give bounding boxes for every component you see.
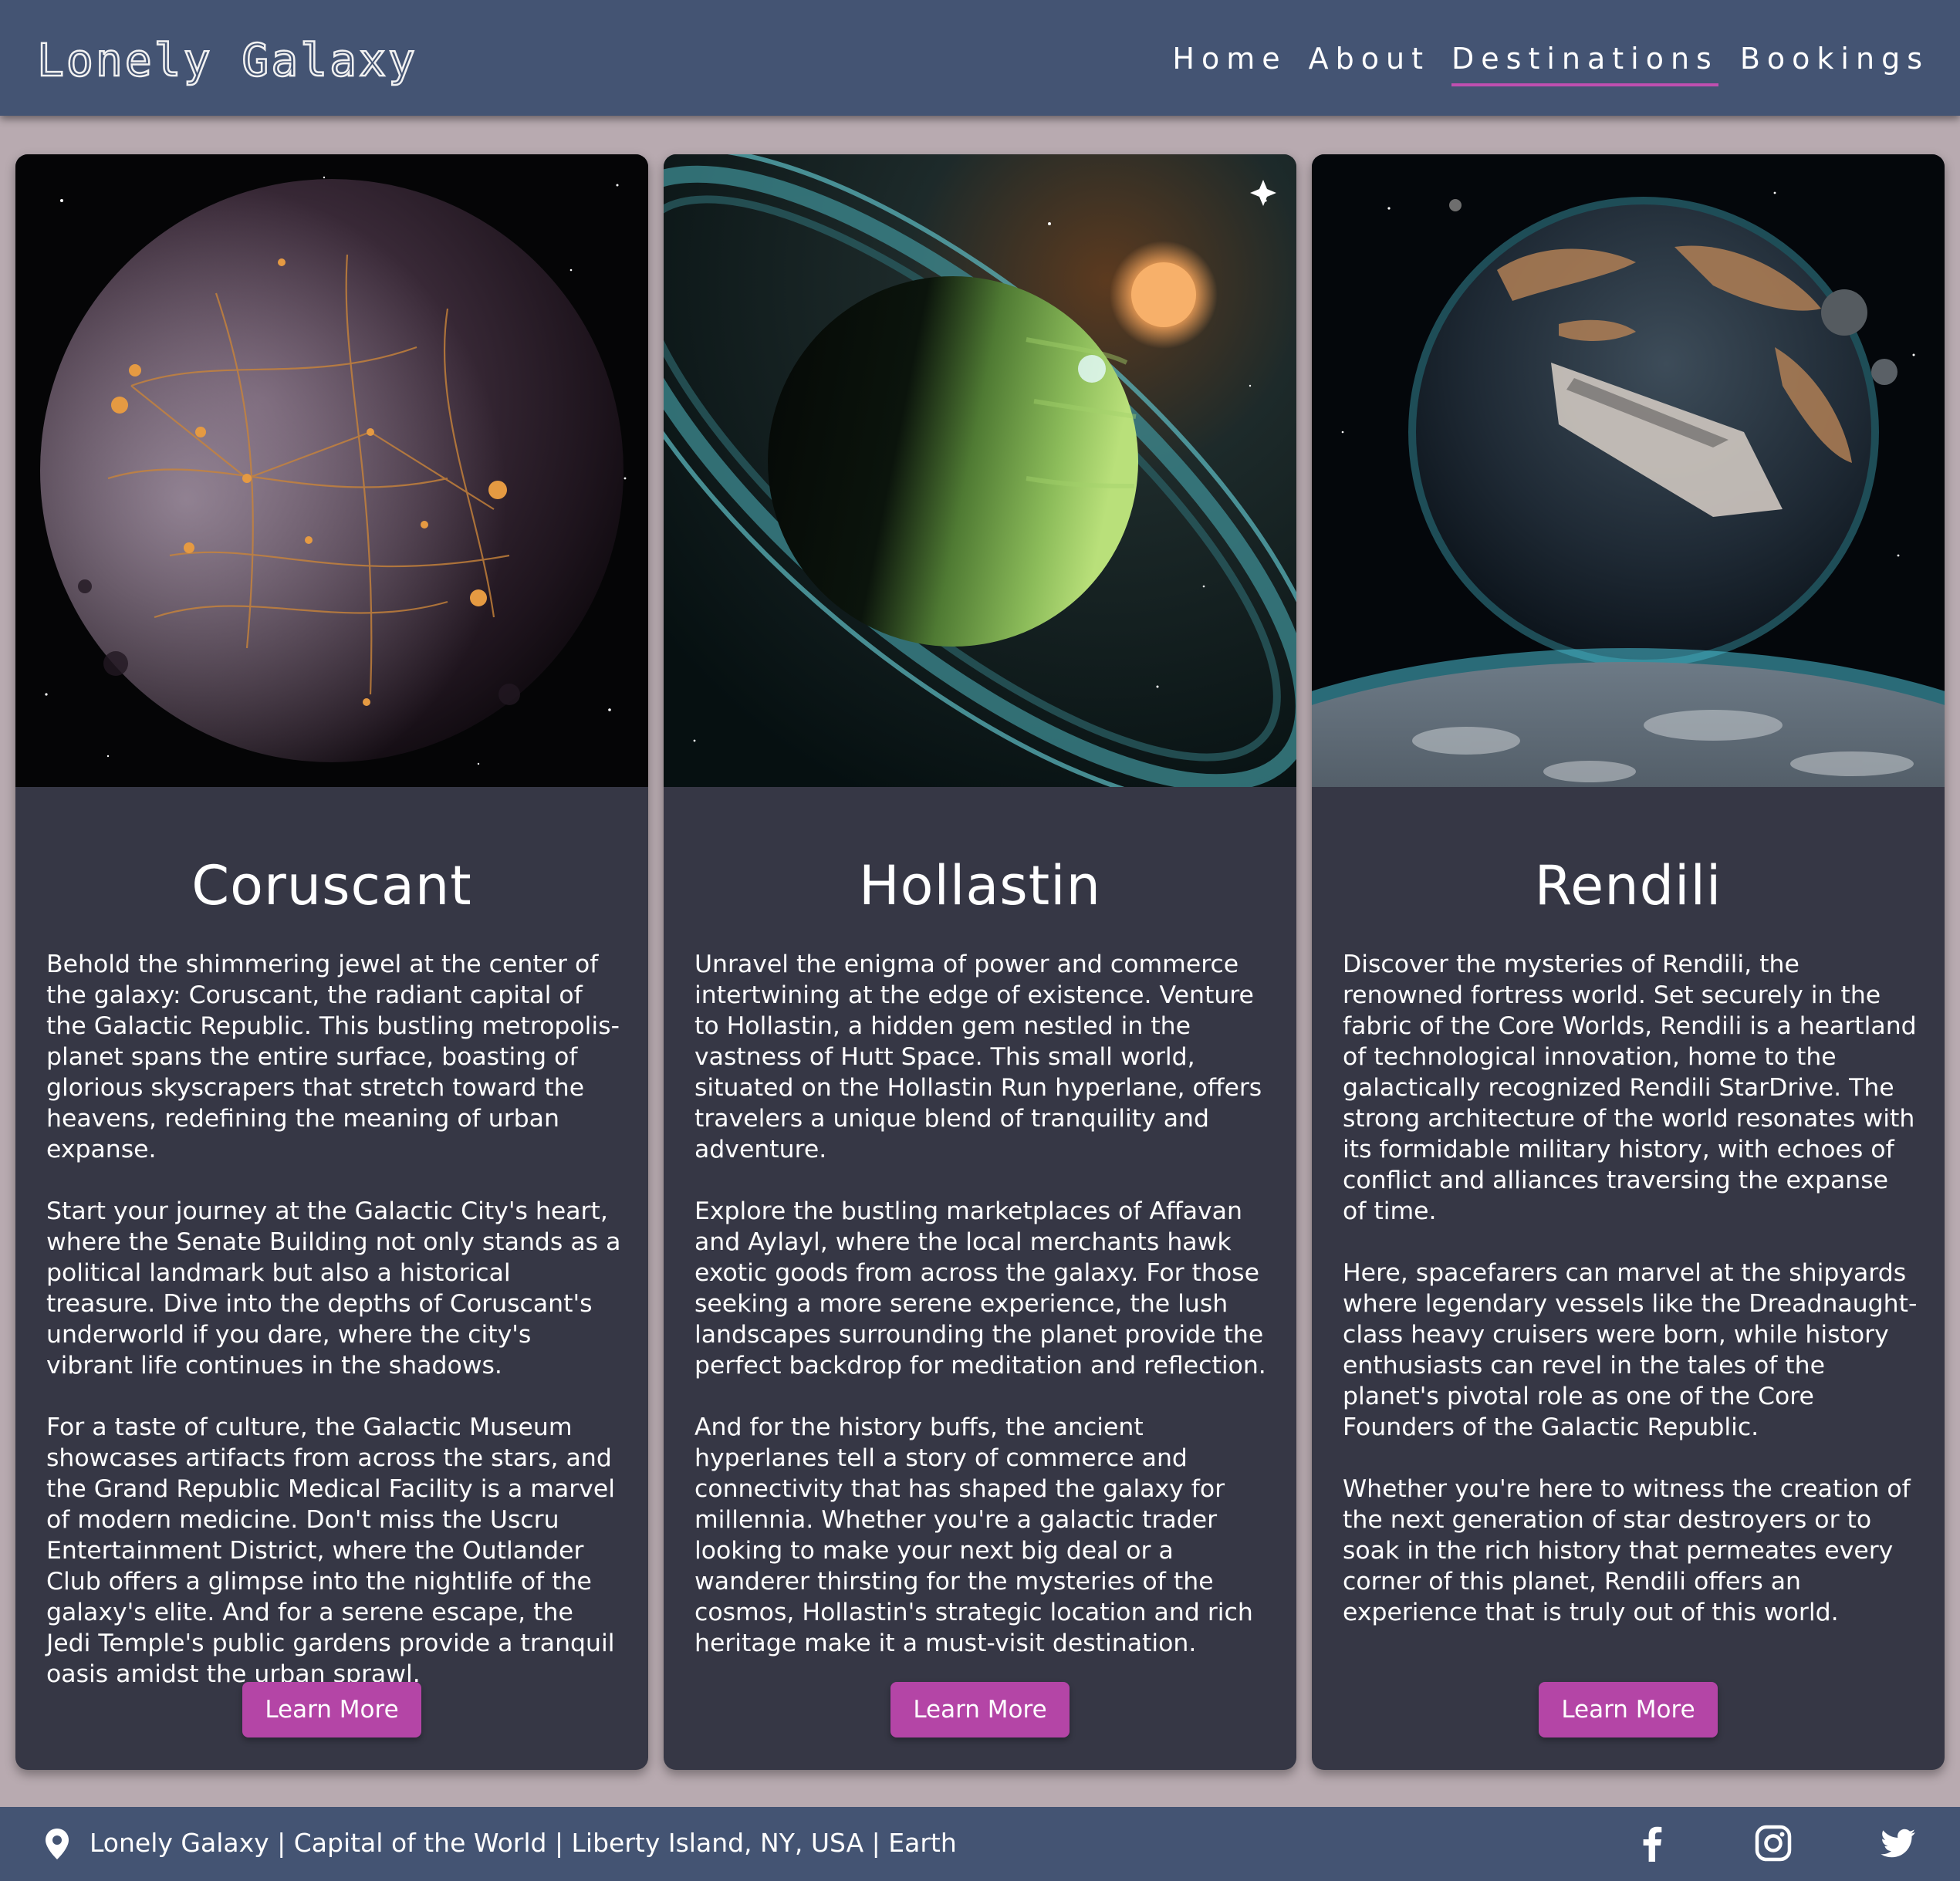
main-nav: Home About Destinations Bookings (1151, 39, 1929, 86)
nav-bookings[interactable]: Bookings (1740, 39, 1929, 86)
coruscant-planet-image (15, 154, 648, 787)
learn-more-button[interactable]: Learn More (1539, 1682, 1718, 1737)
card-paragraph: Start your journey at the Galactic City'… (46, 1197, 621, 1380)
card-title: Rendili (1534, 854, 1722, 917)
nav-about[interactable]: About (1309, 39, 1430, 86)
site-logo[interactable]: Lonely Galaxy (36, 29, 417, 91)
site-header: Lonely Galaxy Home About Destinations Bo… (0, 0, 1960, 116)
location-pin-icon (46, 1829, 69, 1859)
rendili-planet-image (1312, 154, 1945, 787)
card-paragraph: Explore the bustling marketplaces of Aff… (694, 1197, 1266, 1380)
card-paragraph: Behold the shimmering jewel at the cente… (46, 951, 620, 1163)
instagram-icon[interactable] (1754, 1824, 1793, 1862)
destination-card-coruscant: Coruscant Behold the shimmering jewel at… (15, 154, 648, 1770)
card-paragraph: Discover the mysteries of Rendili, the r… (1343, 951, 1917, 1225)
card-paragraph: And for the history buffs, the ancient h… (694, 1413, 1253, 1657)
learn-more-button[interactable]: Learn More (890, 1682, 1070, 1737)
nav-home[interactable]: Home (1172, 39, 1286, 86)
hollastin-planet-image (664, 154, 1296, 787)
site-footer: Lonely Galaxy | Capital of the World | L… (0, 1807, 1960, 1881)
destination-card-rendili: Rendili Discover the mysteries of Rendil… (1312, 154, 1945, 1770)
card-description: Unravel the enigma of power and commerce… (694, 949, 1269, 1690)
learn-more-button[interactable]: Learn More (242, 1682, 421, 1737)
twitter-icon[interactable] (1879, 1824, 1918, 1862)
nav-destinations[interactable]: Destinations (1451, 39, 1718, 86)
card-paragraph: For a taste of culture, the Galactic Mus… (46, 1413, 615, 1688)
destination-card-hollastin: Hollastin Unravel the enigma of power an… (664, 154, 1296, 1770)
card-paragraph: Whether you're here to witness the creat… (1343, 1475, 1911, 1626)
card-title: Hollastin (859, 854, 1101, 917)
facebook-icon[interactable] (1633, 1824, 1671, 1862)
card-description: Behold the shimmering jewel at the cente… (46, 949, 621, 1721)
card-paragraph: Unravel the enigma of power and commerce… (694, 951, 1262, 1163)
card-paragraph: Here, spacefarers can marvel at the ship… (1343, 1259, 1918, 1441)
card-title: Coruscant (191, 854, 472, 917)
footer-address: Lonely Galaxy | Capital of the World | L… (90, 1828, 957, 1858)
card-description: Discover the mysteries of Rendili, the r… (1343, 949, 1918, 1659)
